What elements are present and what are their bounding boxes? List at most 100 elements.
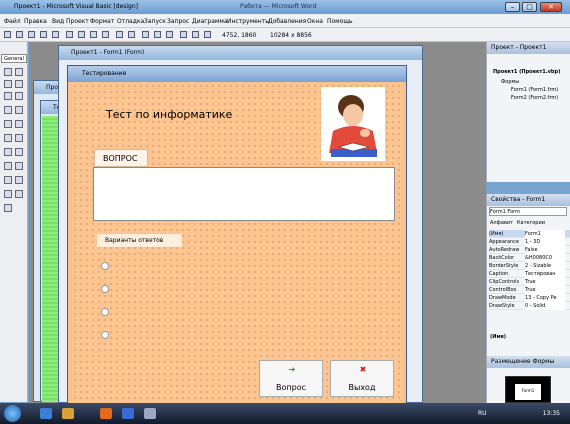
minimize-button[interactable]: –: [505, 2, 520, 12]
prop-row[interactable]: Appearance 1 - 3D: [489, 238, 570, 246]
standard-toolbar: 4752, 1860 10284 x 8856: [0, 28, 570, 42]
redo-icon[interactable]: [128, 31, 135, 38]
prop-row[interactable]: AutoRedraw False: [489, 246, 570, 254]
toolbox: General: [0, 42, 28, 402]
properties-window: Свойства - Form1 Form1 Form Алфавит Кате…: [486, 194, 570, 356]
vscrollbar-icon[interactable]: [15, 134, 23, 142]
paste-icon[interactable]: [90, 31, 97, 38]
start-icon[interactable]: [142, 31, 149, 38]
prop-row[interactable]: DrawMode 13 - Copy Pe: [489, 294, 570, 302]
properties-window-icon[interactable]: [192, 31, 199, 38]
tree-form2[interactable]: Form2 (Form2.frm): [511, 95, 558, 101]
prop-row[interactable]: Caption Тестирован: [489, 270, 570, 278]
question-textbox[interactable]: [93, 167, 395, 221]
taskbar: RU 13:35: [0, 403, 570, 424]
optionbutton-icon[interactable]: [15, 106, 23, 114]
tree-form1[interactable]: Form1 (Form1.frm): [511, 87, 558, 93]
ie-icon[interactable]: [40, 408, 52, 419]
menu-format[interactable]: Формат: [90, 18, 114, 25]
toolbox-icon[interactable]: [204, 31, 211, 38]
menu-edit[interactable]: Правка: [24, 18, 47, 25]
copy-icon[interactable]: [78, 31, 85, 38]
add-form-icon[interactable]: [16, 31, 23, 38]
tab-categorized[interactable]: Категории: [517, 220, 545, 226]
toolbox-header: General: [1, 54, 27, 63]
tree-project[interactable]: Проект1 (Проект1.vbp): [493, 69, 560, 75]
menu-editor-icon[interactable]: [28, 31, 35, 38]
undo-icon[interactable]: [116, 31, 123, 38]
menu-diagram[interactable]: Диаграмма: [192, 18, 228, 25]
pointer-icon[interactable]: [4, 68, 12, 76]
prop-row[interactable]: ClipControls True: [489, 278, 570, 286]
answer-option-2[interactable]: [101, 285, 109, 293]
start-button[interactable]: [4, 405, 21, 422]
menu-query[interactable]: Запрос: [167, 18, 189, 25]
add-project-icon[interactable]: [4, 31, 11, 38]
image-icon[interactable]: [4, 190, 12, 198]
menu-tools[interactable]: Инструменты: [227, 18, 270, 25]
tree-forms-folder[interactable]: Формы: [501, 79, 519, 85]
layout-form-preview[interactable]: Form1: [515, 384, 541, 400]
line-icon[interactable]: [15, 176, 23, 184]
position-readout: 4752, 1860: [222, 32, 257, 39]
close-button[interactable]: ✕: [540, 2, 562, 12]
prop-row[interactable]: DrawStyle 0 - Solid: [489, 302, 570, 310]
end-icon[interactable]: [166, 31, 173, 38]
prop-row[interactable]: BorderStyle 2 - Sizable: [489, 262, 570, 270]
open-icon[interactable]: [40, 31, 47, 38]
clock[interactable]: 13:35: [543, 410, 560, 417]
object-selector[interactable]: Form1 Form: [489, 207, 567, 216]
menu-project[interactable]: Проект: [66, 18, 89, 25]
answer-option-1[interactable]: [101, 262, 109, 270]
filelistbox-icon[interactable]: [15, 162, 23, 170]
firefox-icon[interactable]: [100, 408, 112, 419]
project-explorer-icon[interactable]: [180, 31, 187, 38]
answer-option-3[interactable]: [101, 308, 109, 316]
listbox-icon[interactable]: [15, 120, 23, 128]
ole-icon[interactable]: [4, 204, 12, 212]
drivelistbox-icon[interactable]: [15, 148, 23, 156]
menu-window[interactable]: Окна: [307, 18, 323, 25]
prop-row[interactable]: BackColor &H0080C0: [489, 254, 570, 262]
exit-button[interactable]: ✖ Выход: [330, 360, 394, 397]
menu-run[interactable]: Запуск: [144, 18, 166, 25]
app-title: Проект1 - Microsoft Visual Basic [design…: [14, 3, 139, 10]
app-title-bar: Проект1 - Microsoft Visual Basic [design…: [0, 0, 570, 14]
project-explorer-title: Проект - Проект1: [487, 42, 570, 54]
menu-addins[interactable]: Добавления: [268, 18, 306, 25]
frame-icon[interactable]: [4, 92, 12, 100]
combobox-icon[interactable]: [4, 120, 12, 128]
background-window-title: Работа — Microsoft Word: [240, 3, 317, 10]
word-icon[interactable]: [122, 408, 134, 419]
prop-row[interactable]: (Имя) Form1: [489, 230, 570, 238]
checkbox-icon[interactable]: [4, 106, 12, 114]
timer-icon[interactable]: [4, 148, 12, 156]
answer-option-4[interactable]: [101, 331, 109, 339]
maximize-button[interactable]: □: [522, 2, 537, 12]
prop-row[interactable]: ControlBox True: [489, 286, 570, 294]
find-icon[interactable]: [102, 31, 109, 38]
break-icon[interactable]: [154, 31, 161, 38]
dirlistbox-icon[interactable]: [4, 162, 12, 170]
menu-help[interactable]: Помощь: [327, 18, 353, 25]
save-icon[interactable]: [52, 31, 59, 38]
explorer-icon[interactable]: [62, 408, 74, 419]
properties-title: Свойства - Form1: [487, 194, 570, 206]
menu-debug[interactable]: Отладка: [117, 18, 144, 25]
menu-view[interactable]: Вид: [52, 18, 64, 25]
question-button[interactable]: ➔ Вопрос: [259, 360, 323, 397]
label-icon[interactable]: [4, 80, 12, 88]
vb-icon[interactable]: [144, 408, 156, 419]
menu-file[interactable]: Файл: [4, 18, 21, 25]
shape-icon[interactable]: [4, 176, 12, 184]
picturebox-icon[interactable]: [15, 68, 23, 76]
hscrollbar-icon[interactable]: [4, 134, 12, 142]
commandbutton-icon[interactable]: [15, 92, 23, 100]
test-heading: Тест по информатике: [106, 108, 233, 121]
cut-icon[interactable]: [66, 31, 73, 38]
student-picture: [321, 87, 385, 161]
tab-alphabetic[interactable]: Алфавит: [490, 220, 513, 226]
data-icon[interactable]: [15, 190, 23, 198]
textbox-icon[interactable]: [15, 80, 23, 88]
language-indicator[interactable]: RU: [478, 410, 487, 417]
